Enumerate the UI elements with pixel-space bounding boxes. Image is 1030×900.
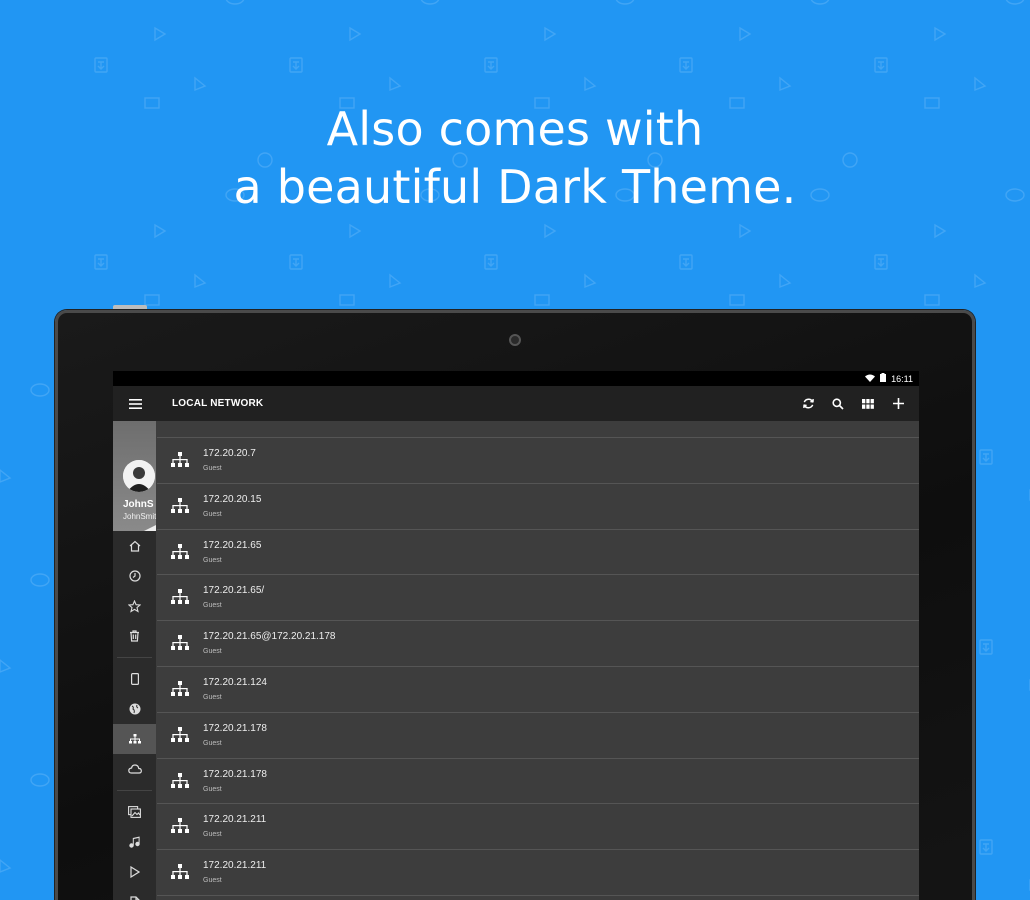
- network-list-item[interactable]: 172.20.21.124 Guest: [157, 667, 919, 713]
- nav-trash[interactable]: [113, 621, 156, 651]
- headline-line-2: a beautiful Dark Theme.: [233, 160, 797, 214]
- host-user: Guest: [203, 785, 222, 793]
- host-user: Guest: [203, 510, 222, 518]
- nav-divider: [117, 657, 152, 658]
- account-dropdown-arrow: [144, 525, 156, 531]
- navigation-drawer: JohnS JohnSmit: [113, 421, 156, 900]
- host-address: 172.20.21.178: [203, 722, 267, 734]
- phone-icon: [130, 673, 139, 685]
- music-icon: [129, 836, 140, 848]
- hamburger-menu-icon: [128, 398, 142, 409]
- nav-videos[interactable]: [113, 857, 156, 887]
- profile-header[interactable]: JohnS JohnSmit: [113, 421, 156, 531]
- network-list-item[interactable]: 172.20.21.178 Guest: [157, 759, 919, 805]
- host-address: 172.20.21.124: [203, 676, 267, 688]
- network-list-item[interactable]: 172.20.21.211 Guest: [157, 804, 919, 851]
- network-list-item[interactable]: 172.20.21.65/ Guest: [157, 575, 919, 622]
- host-user: Guest: [203, 831, 222, 839]
- video-play-icon: [129, 866, 140, 878]
- clock-icon: [128, 570, 141, 582]
- globe-icon: [129, 703, 140, 715]
- host-address: 172.20.21.65@172.20.21.178: [203, 631, 336, 643]
- toolbar: LOCAL NETWORK: [113, 386, 919, 421]
- nav-web[interactable]: [113, 694, 156, 724]
- list-top-spacer: [157, 421, 919, 438]
- battery-icon: [880, 373, 887, 384]
- host-address: 172.20.21.178: [203, 768, 267, 780]
- network-icon: [128, 734, 141, 744]
- images-icon: [128, 806, 141, 818]
- grid-view-icon: [862, 398, 874, 409]
- cloud-icon: [127, 764, 142, 774]
- nav-documents[interactable]: [113, 887, 156, 900]
- toolbar-title: LOCAL NETWORK: [172, 398, 264, 409]
- nav-device[interactable]: [113, 664, 156, 694]
- status-time: 16:11: [891, 373, 913, 384]
- network-host-icon: [171, 543, 189, 565]
- profile-email: JohnSmit: [123, 512, 156, 521]
- network-list-item[interactable]: 172.20.20.7 Guest: [157, 438, 919, 484]
- home-icon: [129, 540, 140, 552]
- network-host-icon: [171, 452, 189, 473]
- network-host-icon: [171, 635, 189, 656]
- host-user: Guest: [203, 693, 222, 701]
- network-list-item[interactable]: 172.20.21.178 Guest: [157, 713, 919, 759]
- host-address: 172.20.20.15: [203, 493, 262, 505]
- status-bar: 16:11: [113, 371, 919, 386]
- avatar: [123, 460, 155, 492]
- nav-images[interactable]: [113, 797, 156, 827]
- host-user: Guest: [203, 556, 222, 564]
- nav-music[interactable]: [113, 827, 156, 857]
- profile-name: JohnS: [123, 499, 154, 510]
- network-host-icon: [171, 680, 189, 702]
- network-list-item[interactable]: 172.20.21.211 Guest: [157, 850, 919, 896]
- host-address: 172.20.21.211: [203, 814, 267, 826]
- search-button[interactable]: [823, 386, 853, 421]
- star-icon: [128, 599, 141, 613]
- host-user: Guest: [203, 602, 222, 610]
- nav-home[interactable]: [113, 531, 156, 561]
- search-icon: [832, 397, 844, 410]
- host-user: Guest: [203, 877, 222, 885]
- hamburger-menu-button[interactable]: [113, 386, 157, 421]
- headline: Also comes with a beautiful Dark Theme.: [0, 100, 1030, 216]
- network-host-icon: [171, 818, 189, 839]
- trash-icon: [130, 630, 139, 642]
- refresh-icon: [802, 398, 814, 409]
- nav-local-network[interactable]: [113, 724, 156, 754]
- network-list: 172.20.20.7 Guest 172.20.20.15 Guest 172…: [157, 421, 919, 900]
- host-address: 172.20.21.65: [203, 539, 262, 551]
- network-host-icon: [171, 726, 189, 748]
- front-camera: [509, 334, 521, 346]
- nav-cloud[interactable]: [113, 754, 156, 784]
- host-address: 172.20.21.211: [203, 860, 267, 872]
- network-list-item[interactable]: 172.20.21.65 Guest: [157, 530, 919, 576]
- network-host-icon: [171, 864, 189, 885]
- refresh-button[interactable]: [793, 386, 823, 421]
- host-user: Guest: [203, 648, 222, 656]
- wifi-icon: [865, 374, 876, 384]
- host-user: Guest: [203, 465, 222, 472]
- host-address: 172.20.21.65/: [203, 585, 265, 597]
- network-host-icon: [171, 497, 189, 519]
- network-host-icon: [171, 772, 189, 794]
- app-screen: 16:11 LOCAL NETWORK JohnS JohnSmit 172.2…: [113, 371, 919, 900]
- grid-view-button[interactable]: [853, 386, 883, 421]
- host-user: Guest: [203, 739, 222, 747]
- network-host-icon: [171, 589, 189, 610]
- nav-favorites[interactable]: [113, 591, 156, 621]
- nav-recent[interactable]: [113, 561, 156, 591]
- document-icon: [129, 896, 140, 900]
- headline-line-1: Also comes with: [326, 102, 704, 156]
- add-button[interactable]: [883, 386, 913, 421]
- network-list-item[interactable]: 172.20.21.65@172.20.21.178 Guest: [157, 621, 919, 667]
- host-address: 172.20.20.7: [203, 448, 256, 459]
- nav-divider: [117, 790, 152, 791]
- network-list-item[interactable]: 172.20.20.15 Guest: [157, 484, 919, 530]
- add-icon: [892, 398, 904, 409]
